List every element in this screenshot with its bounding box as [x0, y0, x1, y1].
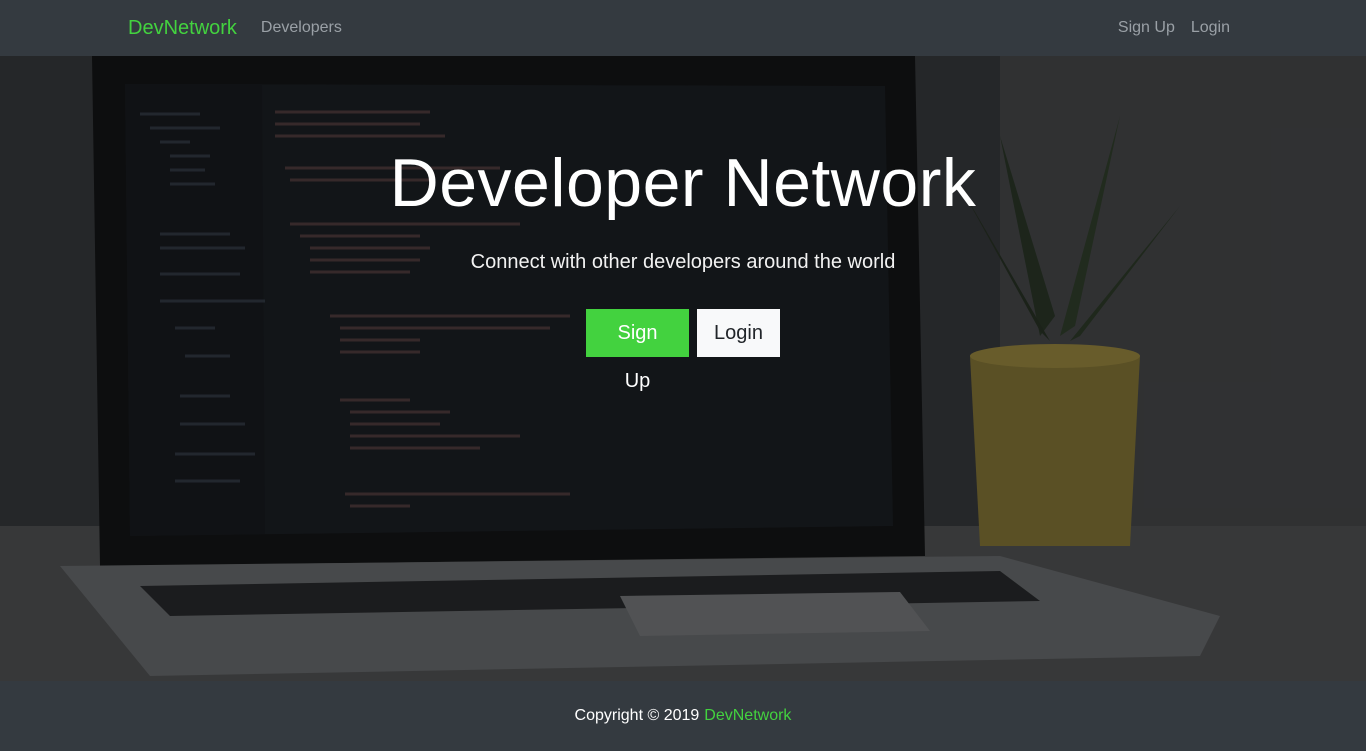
nav-link-developers[interactable]: Developers	[261, 19, 342, 37]
hero-login-button[interactable]: Login	[697, 309, 780, 357]
navbar-inner: DevNetwork Developers Sign Up Login	[128, 0, 1230, 56]
brand-link[interactable]: DevNetwork	[128, 17, 237, 40]
hero-button-row: Sign Up Login	[586, 309, 780, 392]
nav-link-login[interactable]: Login	[1191, 19, 1230, 37]
hero-sign-up-button[interactable]: Sign Up	[586, 309, 689, 392]
hero-content: Developer Network Connect with other dev…	[0, 56, 1366, 681]
footer: Copyright © 2019 DevNetwork	[0, 681, 1366, 751]
navbar-left: DevNetwork Developers	[128, 17, 342, 40]
navbar: DevNetwork Developers Sign Up Login	[0, 0, 1366, 56]
hero-lead-text: Connect with other developers around the…	[470, 251, 896, 273]
hero-title: Developer Network	[389, 145, 977, 221]
footer-copyright-text: Copyright © 2019	[574, 707, 700, 724]
hero-section: Developer Network Connect with other dev…	[0, 56, 1366, 681]
footer-brand-text: DevNetwork	[704, 707, 792, 724]
navbar-right: Sign Up Login	[1102, 19, 1230, 37]
nav-link-sign-up[interactable]: Sign Up	[1118, 19, 1175, 37]
